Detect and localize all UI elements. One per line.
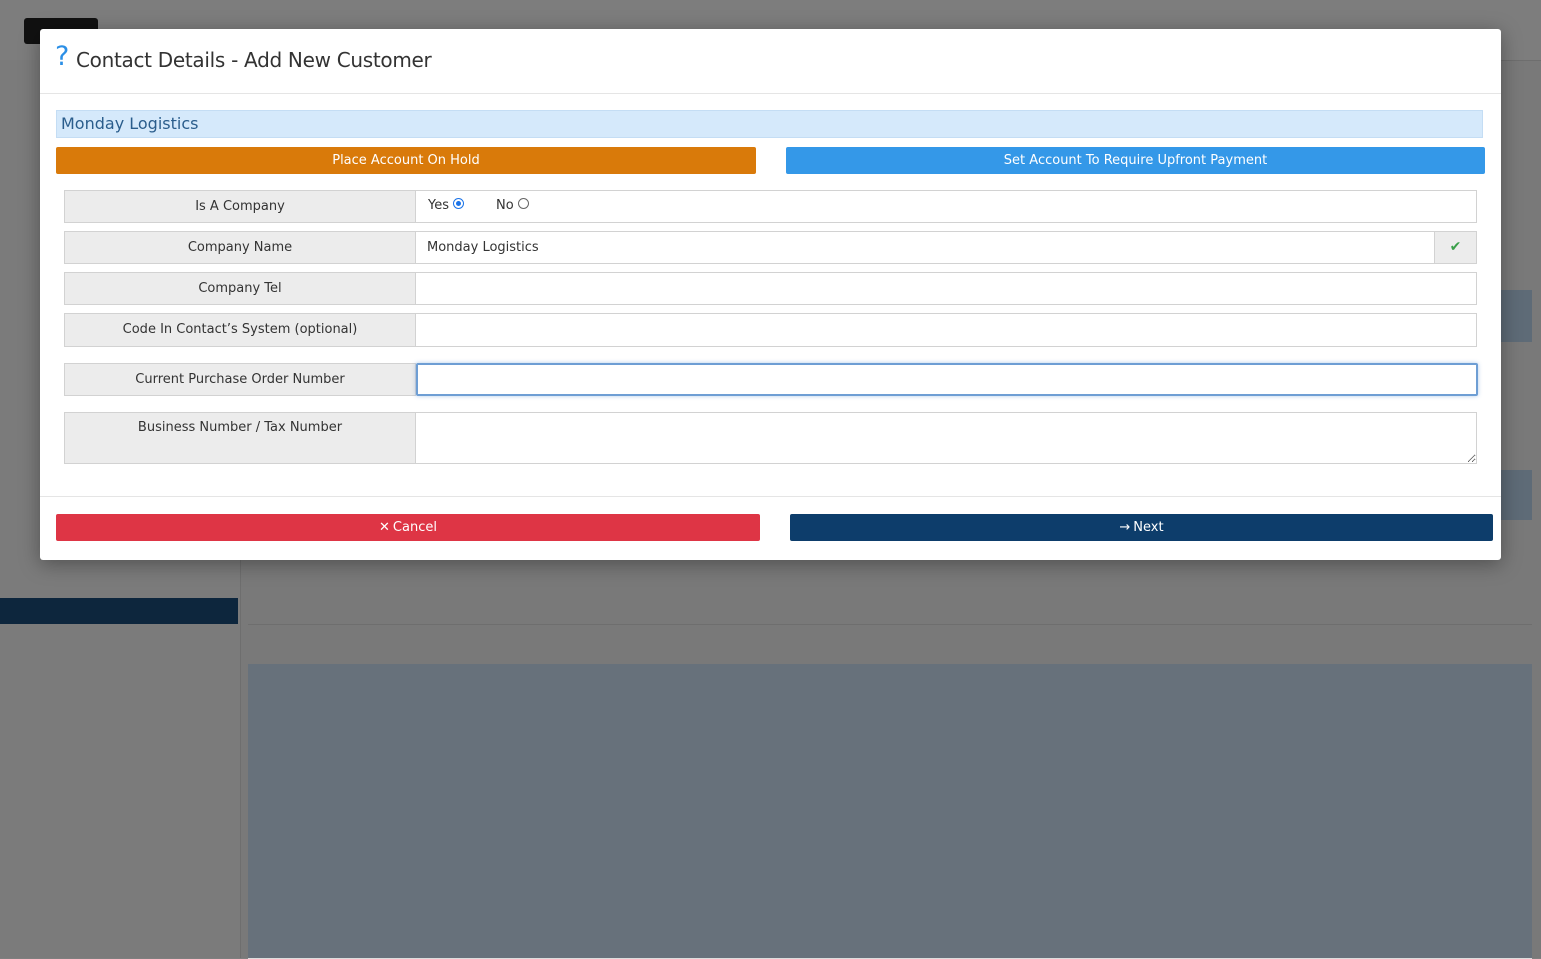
contact-code-field xyxy=(416,313,1477,347)
check-icon: ✔ xyxy=(1434,232,1476,263)
business-number-row: Business Number / Tax Number xyxy=(64,412,1477,464)
modal-title: Contact Details - Add New Customer xyxy=(76,48,432,72)
contact-code-input[interactable] xyxy=(416,314,1476,346)
modal-footer: ✕ Cancel → Next xyxy=(40,496,1501,561)
company-name-row: Company Name ✔ xyxy=(64,231,1477,264)
business-number-label: Business Number / Tax Number xyxy=(64,412,416,464)
is-company-yes-option[interactable]: Yes xyxy=(428,198,464,213)
next-button[interactable]: → Next xyxy=(790,514,1493,541)
cancel-label: Cancel xyxy=(392,520,437,535)
business-number-field xyxy=(416,412,1477,464)
cancel-button[interactable]: ✕ Cancel xyxy=(56,514,760,541)
help-icon[interactable]: ? xyxy=(55,41,69,73)
is-company-no-option[interactable]: No xyxy=(496,198,529,213)
company-tel-label: Company Tel xyxy=(64,272,416,305)
company-name-label: Company Name xyxy=(64,231,416,264)
contact-code-row: Code In Contact’s System (optional) xyxy=(64,313,1477,347)
is-company-yes-radio[interactable] xyxy=(453,198,464,209)
next-label: Next xyxy=(1133,520,1164,535)
business-number-textarea[interactable] xyxy=(416,413,1476,463)
close-icon: ✕ xyxy=(379,520,390,535)
purchase-order-label: Current Purchase Order Number xyxy=(64,363,416,396)
is-company-field: Yes No xyxy=(416,190,1477,223)
company-tel-input[interactable] xyxy=(416,273,1476,304)
modal-header: ? Contact Details - Add New Customer xyxy=(40,29,1501,94)
is-company-no-radio[interactable] xyxy=(517,198,529,209)
place-on-hold-button[interactable]: Place Account On Hold xyxy=(56,147,756,174)
is-company-label: Is A Company xyxy=(64,190,416,223)
company-tel-field xyxy=(416,272,1477,305)
purchase-order-row: Current Purchase Order Number xyxy=(64,363,1478,396)
is-company-yes-label: Yes xyxy=(428,198,449,213)
company-name-input[interactable] xyxy=(416,232,1435,263)
is-company-no-label: No xyxy=(496,198,514,213)
purchase-order-input[interactable] xyxy=(418,365,1476,394)
is-company-row: Is A Company Yes No xyxy=(64,190,1477,223)
company-name-field: ✔ xyxy=(416,231,1477,264)
company-banner: Monday Logistics xyxy=(56,110,1483,138)
arrow-right-icon: → xyxy=(1119,520,1131,535)
company-tel-row: Company Tel xyxy=(64,272,1477,305)
add-customer-modal: ? Contact Details - Add New Customer Mon… xyxy=(40,29,1501,560)
contact-code-label: Code In Contact’s System (optional) xyxy=(64,313,416,347)
purchase-order-field xyxy=(416,363,1478,396)
require-upfront-payment-button[interactable]: Set Account To Require Upfront Payment xyxy=(786,147,1485,174)
